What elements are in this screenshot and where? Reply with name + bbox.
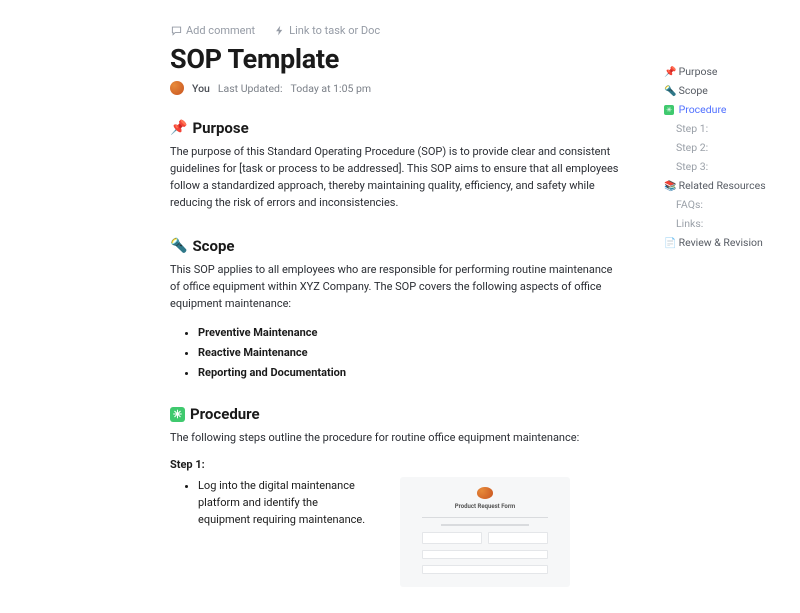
- outline-label: FAQs:: [676, 198, 703, 211]
- procedure-heading-text: Procedure: [190, 405, 260, 423]
- outline-label: Step 2:: [676, 141, 708, 154]
- outline-panel: 📌 Purpose 🔦 Scope ✳ Procedure Step 1: St…: [660, 62, 780, 252]
- procedure-intro: The following steps outline the procedur…: [170, 429, 620, 446]
- purpose-body: The purpose of this Standard Operating P…: [170, 143, 620, 211]
- form-field: [422, 550, 548, 559]
- step1-row: Log into the digital maintenance platfor…: [170, 477, 620, 587]
- form-line: [422, 517, 548, 518]
- outline-label: Purpose: [679, 65, 718, 78]
- purpose-heading: 📌 Purpose: [170, 119, 620, 137]
- add-comment-button[interactable]: Add comment: [170, 24, 255, 37]
- scope-list: Preventive Maintenance Reactive Maintena…: [170, 326, 620, 379]
- outline-label: Procedure: [679, 103, 727, 116]
- procedure-heading: ✳ Procedure: [170, 405, 620, 423]
- doc-topbar: Add comment Link to task or Doc: [170, 24, 620, 37]
- doc-meta: You Last Updated: Today at 1:05 pm: [170, 81, 620, 95]
- outline-label: Links:: [676, 217, 703, 230]
- procedure-icon: ✳: [170, 407, 185, 422]
- lightning-icon: [273, 25, 285, 37]
- document-main: Add comment Link to task or Doc SOP Temp…: [170, 24, 620, 613]
- procedure-icon: ✳: [664, 105, 674, 115]
- outline-item-step1[interactable]: Step 1:: [660, 119, 780, 138]
- document-icon: 📄: [664, 238, 676, 249]
- outline-item-step3[interactable]: Step 3:: [660, 157, 780, 176]
- form-title: Product Request Form: [455, 503, 515, 510]
- outline-label: Step 1:: [676, 122, 708, 135]
- flashlight-icon: 🔦: [170, 238, 187, 254]
- scope-heading-text: Scope: [192, 237, 234, 255]
- add-comment-label: Add comment: [186, 24, 255, 37]
- pushpin-icon: 📌: [170, 120, 187, 136]
- books-icon: 📚: [664, 181, 676, 192]
- flashlight-icon: 🔦: [664, 86, 676, 97]
- outline-label: Step 3:: [676, 160, 708, 173]
- outline-label: Scope: [679, 84, 708, 97]
- section-scope: 🔦 Scope This SOP applies to all employee…: [170, 237, 620, 379]
- list-item: Reactive Maintenance: [198, 346, 620, 359]
- link-doc-button[interactable]: Link to task or Doc: [273, 24, 380, 37]
- outline-item-review[interactable]: 📄 Review & Revision: [660, 233, 780, 252]
- list-item: Reporting and Documentation: [198, 366, 620, 379]
- outline-item-purpose[interactable]: 📌 Purpose: [660, 62, 780, 81]
- outline-item-resources[interactable]: 📚 Related Resources: [660, 176, 780, 195]
- form-field: [422, 565, 548, 574]
- outline-item-faqs[interactable]: FAQs:: [660, 195, 780, 214]
- comment-icon: [170, 25, 182, 37]
- form-avatar-icon: [477, 487, 493, 499]
- section-procedure: ✳ Procedure The following steps outline …: [170, 405, 620, 587]
- purpose-heading-text: Purpose: [192, 119, 248, 137]
- outline-item-step2[interactable]: Step 2:: [660, 138, 780, 157]
- step1-label: Step 1:: [170, 458, 620, 471]
- author-name: You: [192, 82, 210, 95]
- form-thumbnail[interactable]: Product Request Form: [400, 477, 570, 587]
- list-item: Preventive Maintenance: [198, 326, 620, 339]
- outline-label: Related Resources: [679, 179, 766, 192]
- updated-label: Last Updated:: [218, 82, 283, 95]
- updated-value: Today at 1:05 pm: [291, 82, 372, 95]
- pushpin-icon: 📌: [664, 67, 676, 78]
- outline-item-procedure[interactable]: ✳ Procedure: [660, 100, 780, 119]
- scope-heading: 🔦 Scope: [170, 237, 620, 255]
- step1-text: Log into the digital maintenance platfor…: [170, 477, 370, 528]
- form-field: [488, 532, 548, 544]
- form-field: [422, 532, 482, 544]
- form-line: [441, 524, 529, 525]
- outline-label: Review & Revision: [679, 236, 763, 249]
- avatar: [170, 81, 184, 95]
- step1-bullet: Log into the digital maintenance platfor…: [198, 477, 370, 528]
- outline-item-scope[interactable]: 🔦 Scope: [660, 81, 780, 100]
- scope-body: This SOP applies to all employees who ar…: [170, 261, 620, 312]
- page-title: SOP Template: [170, 43, 620, 75]
- outline-item-links[interactable]: Links:: [660, 214, 780, 233]
- link-doc-label: Link to task or Doc: [289, 24, 380, 37]
- section-purpose: 📌 Purpose The purpose of this Standard O…: [170, 119, 620, 211]
